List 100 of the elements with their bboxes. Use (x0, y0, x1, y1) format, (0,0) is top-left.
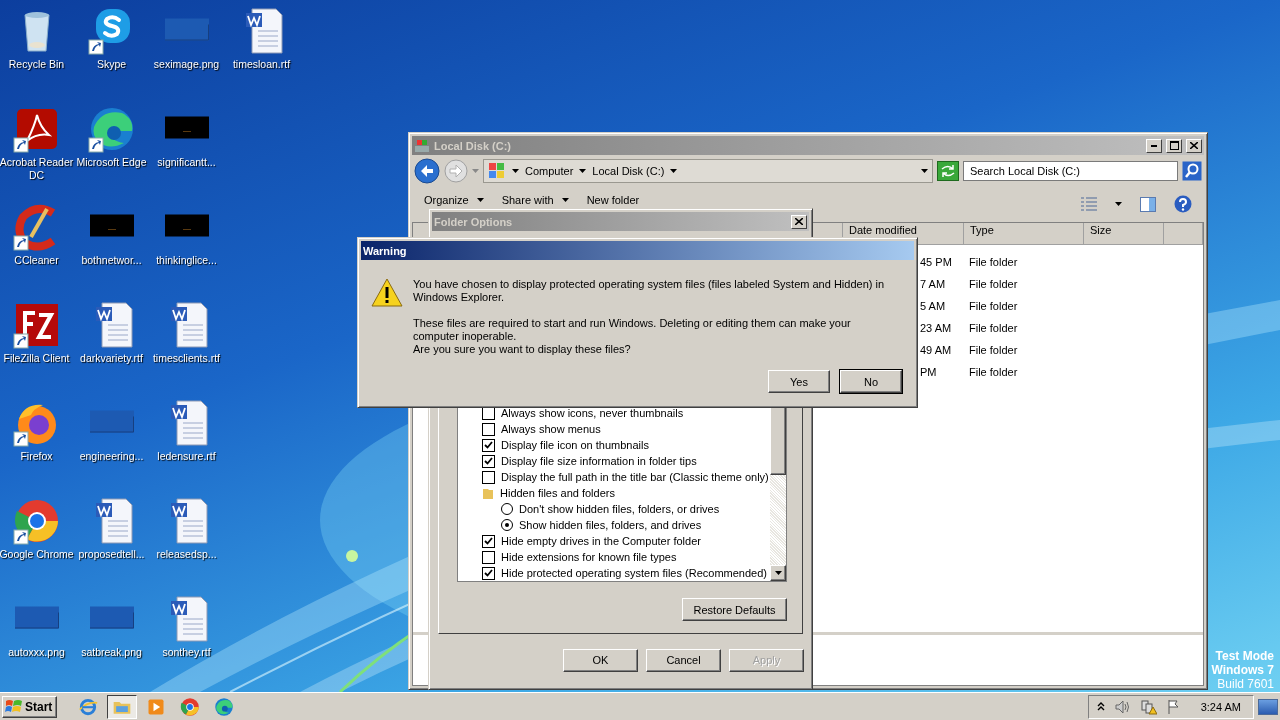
desktop-icon-label[interactable]: proposedtell... (78, 548, 145, 561)
minimize-button[interactable] (1146, 138, 1162, 153)
desktop-icon-label[interactable]: seximage.png (153, 58, 220, 71)
desktop-icon-label[interactable]: thinkinglice... (156, 254, 217, 267)
table-cell: 23 AM (920, 322, 952, 334)
checkbox[interactable] (482, 534, 495, 548)
speaker-icon[interactable] (1114, 699, 1131, 714)
caret-icon (670, 168, 678, 173)
setting-label[interactable]: Show hidden files, folders, and drives (519, 519, 702, 531)
column-header[interactable]: Size (1084, 223, 1164, 245)
setting-label[interactable]: Hide extensions for known file types (501, 551, 677, 563)
warning-question: Are you sure you want to display these files? (413, 343, 632, 356)
close-icon (795, 218, 803, 225)
show-desktop-button[interactable] (1258, 698, 1278, 715)
close-button[interactable] (791, 214, 807, 229)
flag-icon[interactable] (1166, 698, 1181, 715)
dialog-button[interactable]: Cancel (646, 648, 721, 672)
warning-message: These files are required to start and run Windows. Deleting or editing them can make your computer inoperable. (413, 317, 852, 343)
table-cell: 49 AM (920, 344, 952, 356)
checkbox[interactable] (482, 454, 495, 468)
caret-icon (472, 168, 479, 173)
checkbox[interactable] (482, 470, 495, 484)
setting-label[interactable]: Hide protected operating system files (Recommended) (501, 567, 767, 579)
desktop-icon-label[interactable]: significantt... (157, 156, 216, 169)
network-warning-icon[interactable] (1140, 698, 1157, 715)
desktop-icon-label[interactable]: darkvariety.rtf (80, 352, 143, 365)
desktop-icon-label[interactable]: Firefox (20, 450, 53, 463)
scroll-down-button[interactable] (770, 565, 786, 581)
close-button[interactable] (1186, 138, 1202, 153)
caret-icon (512, 168, 519, 173)
column-header[interactable]: Type (964, 223, 1084, 245)
setting-label[interactable]: Hide empty drives in the Computer folder (501, 535, 701, 547)
checkbox[interactable] (482, 422, 495, 436)
desktop-icon-label[interactable]: Google Chrome (0, 548, 74, 561)
dialog-button[interactable]: OK (563, 648, 638, 672)
restore-defaults-button[interactable]: Restore Defaults (682, 598, 787, 621)
preview-pane-icon[interactable] (1140, 196, 1156, 212)
table-cell: File folder (969, 366, 1018, 378)
breadcrumb-item[interactable]: Computer (525, 164, 574, 177)
checkbox[interactable] (482, 438, 495, 452)
setting-label[interactable]: Display file icon on thumbnails (501, 439, 649, 451)
scrollbar[interactable] (770, 405, 786, 581)
computer-icon (488, 161, 506, 180)
caret-icon (579, 168, 587, 173)
taskbar-button[interactable] (107, 694, 138, 719)
desktop-icon-label[interactable]: engineering... (79, 450, 144, 463)
setting-label[interactable]: Always show menus (501, 423, 601, 435)
warning-icon (371, 278, 403, 308)
desktop-icon-label[interactable]: Skype (96, 58, 127, 71)
setting-group-label: Hidden files and folders (500, 487, 615, 499)
desktop-icon-label[interactable]: ledensure.rtf (157, 450, 216, 463)
search-icon[interactable] (1182, 160, 1202, 181)
setting-label[interactable]: Always show icons, never thumbnails (501, 407, 684, 419)
system-notice-text: Build 7601 (1217, 677, 1274, 691)
radio-button[interactable] (501, 503, 513, 515)
setting-label[interactable]: Display file size information in folder tips (501, 455, 697, 467)
clock[interactable]: 3:24 AM (1200, 700, 1241, 713)
toolbar-button[interactable]: Share with (501, 194, 569, 206)
e-logo-icon (78, 696, 99, 717)
back-button[interactable] (414, 157, 440, 184)
desktop-icon-label[interactable]: CCleaner (14, 254, 59, 267)
toolbar-button[interactable]: New folder (586, 194, 640, 206)
caret-icon (1115, 202, 1122, 206)
breadcrumb-item[interactable]: Local Disk (C:) (592, 164, 665, 177)
table-cell: File folder (969, 344, 1018, 356)
start-button[interactable]: Start (2, 695, 58, 718)
dialog-button[interactable]: Yes (768, 370, 830, 393)
dialog-title: Folder Options (434, 215, 514, 228)
desktop-icon-label[interactable]: releasedsp... (156, 548, 217, 561)
refresh-button[interactable] (937, 160, 959, 181)
desktop-icon-label[interactable]: Recycle Bin (8, 58, 65, 71)
minimize-icon (1151, 144, 1157, 147)
desktop-icon-label[interactable]: satbreak.png (81, 646, 142, 659)
maximize-button[interactable] (1166, 138, 1182, 153)
desktop-icon-label[interactable]: bothnetwor... (81, 254, 142, 267)
toolbar-button[interactable]: Organize (424, 194, 484, 206)
folder-icon (482, 486, 494, 500)
system-notice-text: Windows 7 (1211, 663, 1274, 677)
windows-logo-icon (5, 698, 23, 715)
checkbox[interactable] (482, 566, 495, 580)
checkbox[interactable] (482, 550, 495, 564)
caret-icon (561, 198, 569, 202)
desktop-icon-label[interactable]: Acrobat Reader DC (0, 156, 74, 182)
search-field[interactable]: Search Local Disk (C:) (963, 160, 1178, 181)
setting-label[interactable]: Don't show hidden files, folders, or drives (519, 503, 720, 515)
desktop-icon-label[interactable]: autoxxx.png (8, 646, 65, 659)
desktop-icon-label[interactable]: FileZilla Client (3, 352, 70, 365)
table-cell: 7 AM (920, 278, 946, 290)
desktop-icon-label[interactable]: timesclients.rtf (152, 352, 221, 365)
desktop-icon-label[interactable]: timesloan.rtf (232, 58, 291, 71)
dialog-title: Warning (363, 244, 408, 257)
help-icon[interactable] (1174, 195, 1192, 213)
caret-icon (921, 168, 928, 173)
window-title: Local Disk (C:) (434, 139, 512, 152)
desktop-icon-label[interactable]: Microsoft Edge (76, 156, 147, 169)
chevron-up-icon[interactable] (1096, 702, 1105, 711)
setting-label[interactable]: Display the full path in the title bar (Classic theme only) (501, 471, 769, 483)
table-cell: File folder (969, 322, 1018, 334)
radio-button[interactable] (501, 519, 513, 531)
dialog-button[interactable]: No (840, 370, 902, 393)
